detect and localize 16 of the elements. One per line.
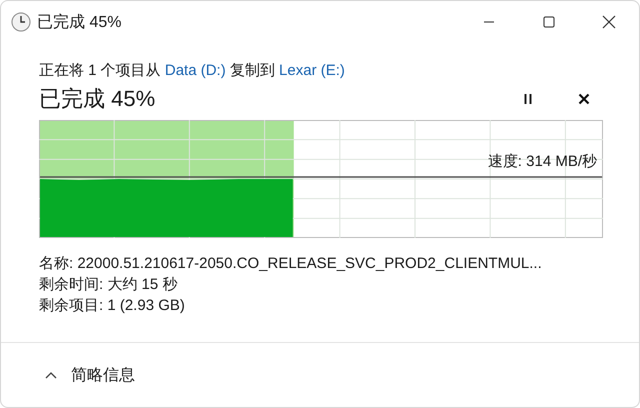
detail-text: 剩余时间: 大约 15 秒 — [39, 275, 178, 294]
detail-text: 剩余项目: 1 (2.93 GB) — [39, 296, 186, 315]
drive-link[interactable]: Data (D:) — [164, 62, 226, 79]
cancel-icon — [578, 93, 590, 105]
chevron-icon — [45, 371, 57, 379]
copy-description: 正在将 1 个项目从 Data (D:) 复制到 Lexar (E:) — [39, 61, 346, 80]
progress-heading: 已完成 45% — [39, 85, 156, 113]
details-toggle[interactable]: 简略信息 — [41, 360, 139, 390]
detail-text: 名称: 22000.51.210617-2050.CO_RELEASE_SVC_PROD2_CLIENTMUL... — [39, 254, 543, 273]
speed-label: 速度: 314 MB/秒 — [488, 152, 597, 171]
maximize-icon — [543, 16, 555, 28]
pause-icon — [523, 93, 533, 105]
clock-icon — [11, 12, 31, 32]
close-icon — [602, 15, 616, 29]
window-title: 已完成 45% — [37, 12, 122, 32]
drive-link[interactable]: Lexar (E:) — [279, 62, 345, 79]
